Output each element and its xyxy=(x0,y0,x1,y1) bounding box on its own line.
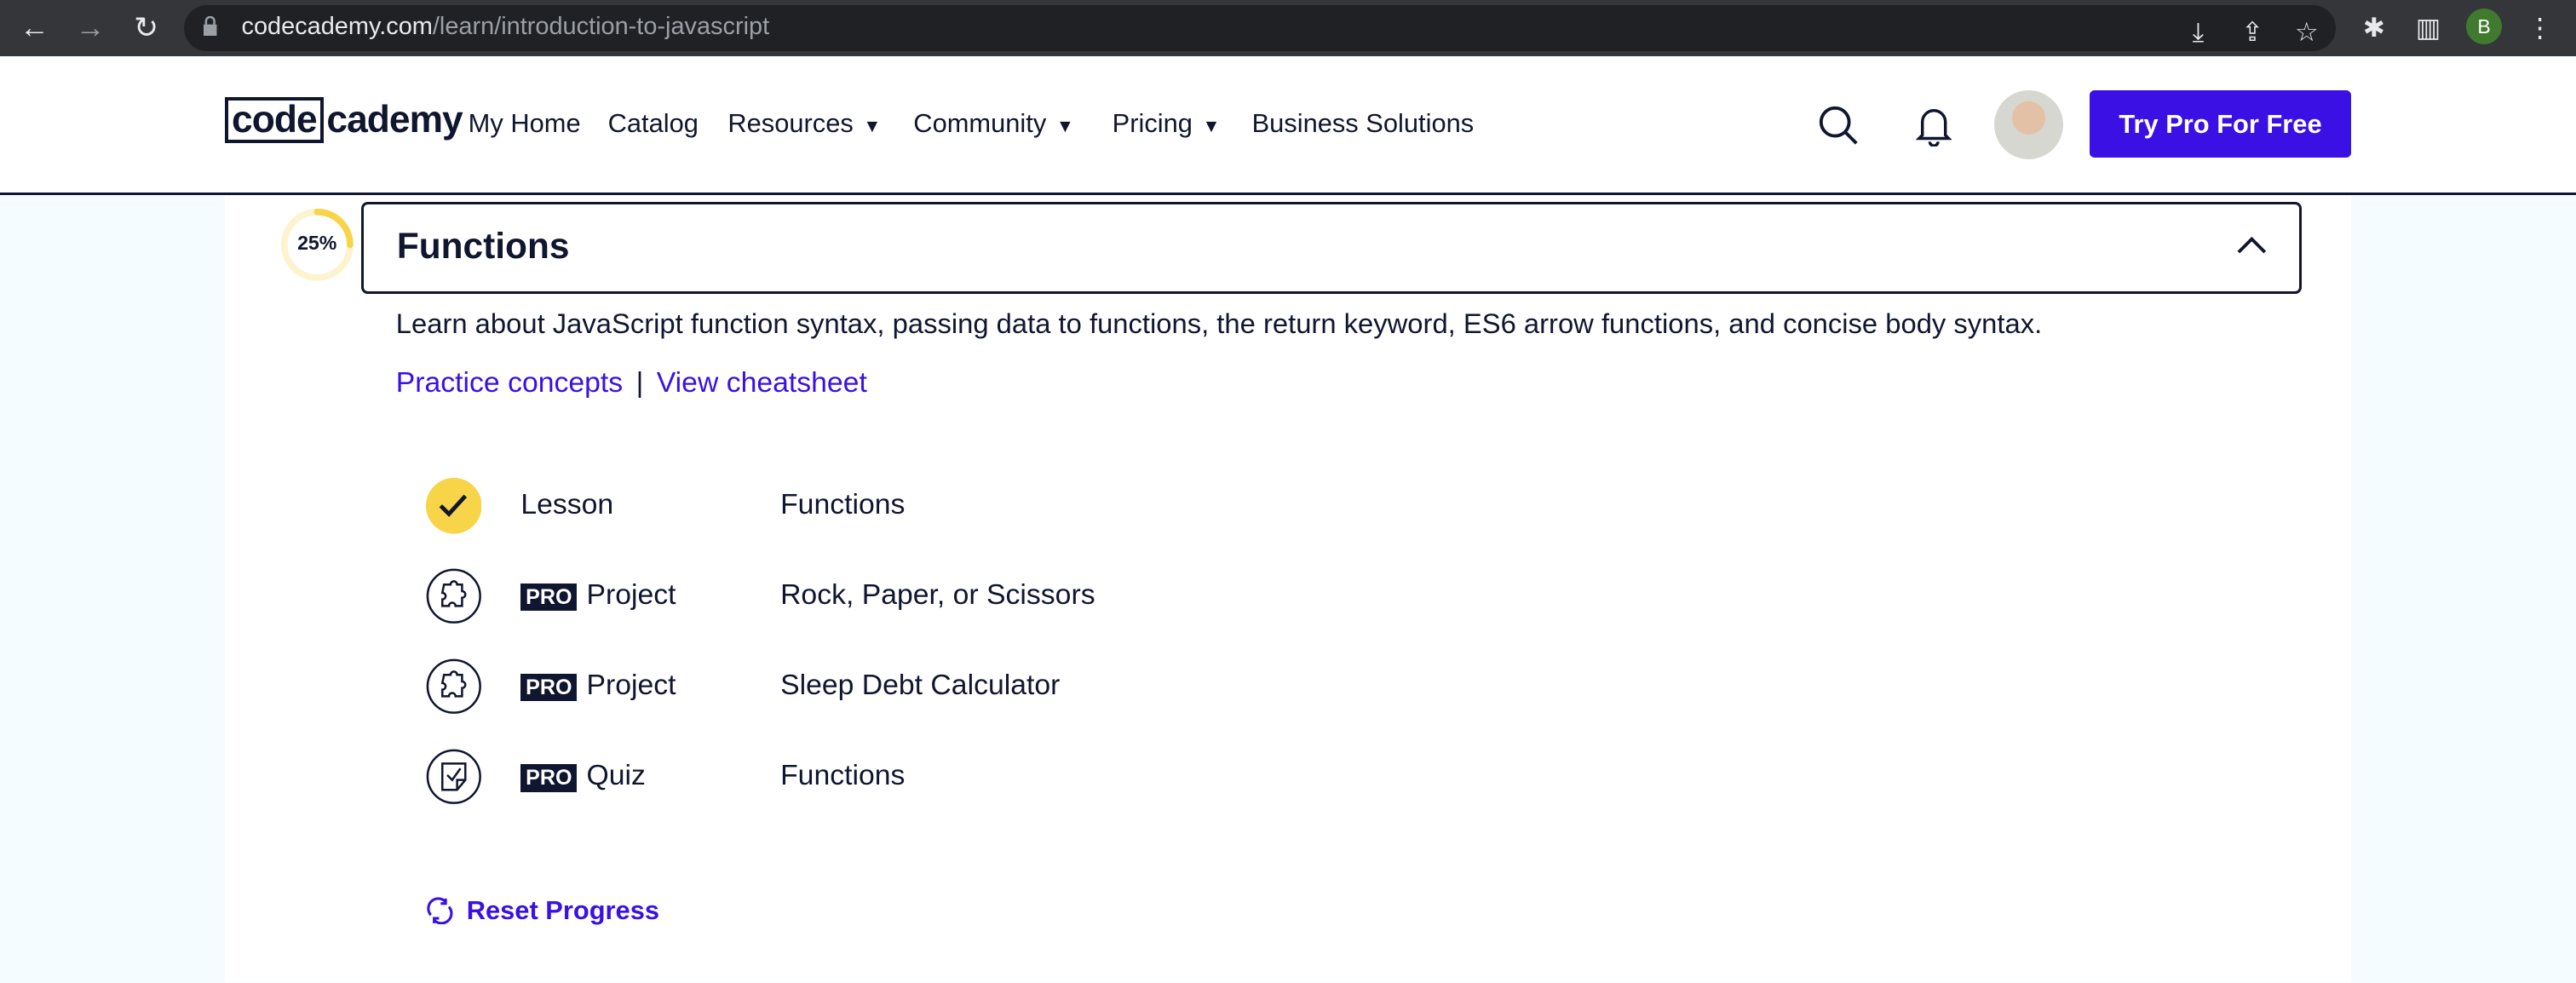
site-header: code cademy My Home Catalog Resources ▼ Co… xyxy=(0,57,2576,195)
item-type: Project xyxy=(586,578,676,611)
side-panel-icon[interactable]: ▥ xyxy=(2410,10,2446,46)
search-icon[interactable] xyxy=(1817,104,1860,147)
browser-toolbar: ← → ↻ codecademy.com/learn/introduction-… xyxy=(0,0,2576,56)
module-description: Learn about JavaScript function syntax, … xyxy=(395,307,2043,339)
list-item[interactable]: PRO Quiz Functions xyxy=(426,749,1247,805)
list-item[interactable]: PRO Project Rock, Paper, or Scissors xyxy=(426,568,1247,624)
puzzle-icon xyxy=(426,568,481,624)
pro-badge: PRO xyxy=(520,673,578,702)
list-item[interactable]: PRO Project Sleep Debt Calculator xyxy=(426,658,1247,715)
item-type: Project xyxy=(586,668,676,701)
item-title: Sleep Debt Calculator xyxy=(780,668,1061,701)
item-title: Functions xyxy=(780,759,906,791)
puzzle-icon xyxy=(426,659,481,715)
nav-business-solutions[interactable]: Business Solutions xyxy=(1252,108,1475,139)
item-title: Functions xyxy=(780,487,906,520)
bookmark-star-icon[interactable]: ☆ xyxy=(2289,14,2325,50)
codecademy-logo[interactable]: code cademy xyxy=(225,95,463,145)
nav-label: Catalog xyxy=(607,108,699,139)
pro-badge: PRO xyxy=(520,583,578,612)
logo-box: code xyxy=(225,96,324,143)
extensions-icon[interactable]: ✱ xyxy=(2356,10,2392,46)
reset-progress-button[interactable]: Reset Progress xyxy=(426,895,660,926)
share-icon[interactable]: ⇪ xyxy=(2234,14,2270,50)
address-bar[interactable]: codecademy.com/learn/introduction-to-jav… xyxy=(184,4,2337,51)
refresh-icon xyxy=(426,897,452,925)
url-path: /learn/introduction-to-javascript xyxy=(432,13,770,41)
nav-label: Resources xyxy=(727,108,854,139)
install-icon[interactable]: ⤓ xyxy=(2180,14,2216,50)
nav-catalog[interactable]: Catalog xyxy=(608,108,699,139)
nav-community[interactable]: Community ▼ xyxy=(913,108,1074,139)
nav-label: My Home xyxy=(468,108,581,139)
try-pro-button[interactable]: Try Pro For Free xyxy=(2090,90,2351,158)
profile-avatar[interactable]: B xyxy=(2465,8,2503,45)
forward-icon[interactable]: → xyxy=(72,10,108,46)
pro-badge: PRO xyxy=(520,763,578,792)
caret-down-icon: ▼ xyxy=(863,117,882,137)
nav-resources[interactable]: Resources ▼ xyxy=(727,108,881,139)
nav-label: Business Solutions xyxy=(1251,108,1475,139)
nav-my-home[interactable]: My Home xyxy=(469,108,581,139)
caret-down-icon: ▼ xyxy=(1055,117,1074,137)
progress-percent: 25% xyxy=(297,231,337,254)
check-icon xyxy=(425,478,482,534)
nav-label: Pricing xyxy=(1112,108,1193,139)
module-title: Functions xyxy=(396,226,570,267)
nav-pricing[interactable]: Pricing ▼ xyxy=(1113,108,1221,139)
reset-label: Reset Progress xyxy=(466,895,660,926)
back-icon[interactable]: ← xyxy=(16,10,52,46)
nav-label: Community xyxy=(913,108,1047,139)
caret-down-icon: ▼ xyxy=(1202,117,1221,137)
lock-icon xyxy=(204,16,217,37)
quiz-icon xyxy=(426,750,481,805)
view-cheatsheet-link[interactable]: View cheatsheet xyxy=(657,366,867,399)
chevron-up-icon[interactable] xyxy=(2237,231,2267,261)
page: ← → ↻ codecademy.com/learn/introduction-… xyxy=(0,0,2576,983)
list-item[interactable]: Lesson Functions xyxy=(425,478,1247,534)
user-avatar[interactable] xyxy=(1994,90,2064,160)
link-separator: | xyxy=(635,366,644,400)
reload-icon[interactable]: ↻ xyxy=(128,10,164,46)
item-type: Quiz xyxy=(586,759,646,791)
module-links: Practice concepts | View cheatsheet xyxy=(396,366,867,400)
url-host: codecademy.com xyxy=(241,13,433,41)
practice-concepts-link[interactable]: Practice concepts xyxy=(396,366,623,399)
logo-rest: cademy xyxy=(326,98,463,141)
bell-icon[interactable] xyxy=(1915,104,1952,147)
module-accordion-header[interactable]: Functions xyxy=(361,202,2303,295)
menu-icon[interactable]: ⋮ xyxy=(2521,10,2557,46)
item-title: Rock, Paper, or Scissors xyxy=(780,578,1095,611)
item-type: Lesson xyxy=(520,487,614,520)
url-text: codecademy.com/learn/introduction-to-jav… xyxy=(242,13,770,41)
